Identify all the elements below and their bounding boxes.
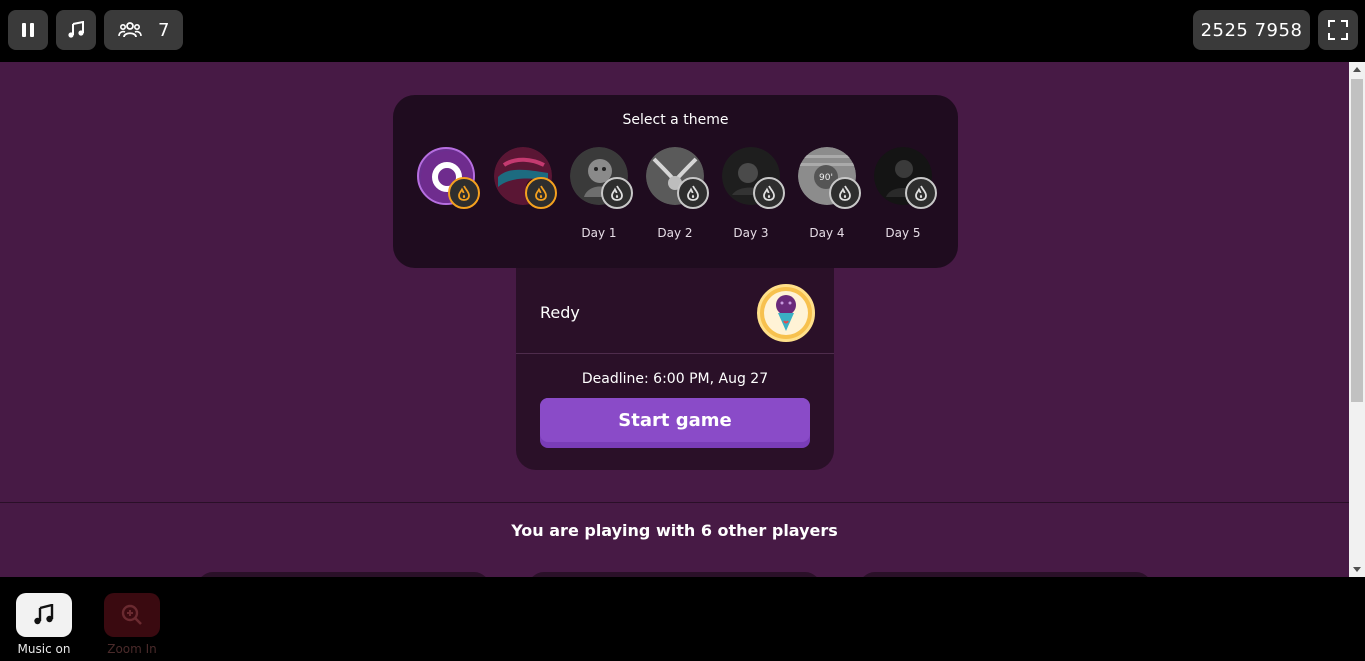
theme-label: Day 5 [885, 226, 921, 240]
player-name: Redy [540, 303, 580, 322]
theme-label: Day 1 [581, 226, 617, 240]
zoom-in-icon [121, 604, 142, 625]
other-players-heading: You are playing with 6 other players [511, 521, 838, 540]
music-toggle-label: Music on [17, 642, 71, 656]
start-game-label: Start game [540, 398, 810, 442]
theme-label: Day 3 [733, 226, 769, 240]
theme-badge [753, 177, 785, 209]
theme-selector-panel: Select a theme Day 1 Day 2 Day 3 90' Day… [393, 95, 958, 268]
bottom-bar: Music on Zoom In [0, 577, 1365, 661]
theme-panel-title: Select a theme [622, 112, 729, 128]
theme-label: Day 2 [657, 226, 693, 240]
theme-badge [525, 177, 557, 209]
flame-icon [611, 185, 623, 201]
deadline-text: Deadline: 6:00 PM, Aug 27 [581, 371, 769, 387]
fullscreen-button[interactable] [1318, 10, 1358, 50]
svg-text:90': 90' [819, 173, 833, 183]
game-code: 2525 7958 [1193, 10, 1310, 50]
flame-icon [458, 185, 470, 201]
scroll-up-arrow-icon[interactable] [1353, 67, 1361, 72]
flame-icon [763, 185, 775, 201]
flame-icon [535, 185, 547, 201]
flame-icon [839, 185, 851, 201]
users-icon [118, 22, 142, 38]
theme-badge [601, 177, 633, 209]
flame-icon [687, 185, 699, 201]
pause-icon [22, 23, 34, 37]
fullscreen-icon [1328, 20, 1348, 40]
top-bar: 7 2525 7958 [0, 0, 1365, 62]
main-area: Select a theme Day 1 Day 2 Day 3 90' Day… [0, 62, 1349, 577]
scrollbar-thumb[interactable] [1351, 79, 1363, 402]
player-card: Redy Deadline: 6:00 PM, Aug 27 Start gam… [516, 268, 834, 470]
start-game-button[interactable]: Start game [540, 398, 810, 448]
flame-icon [915, 185, 927, 201]
theme-badge [905, 177, 937, 209]
avatar[interactable] [757, 284, 815, 342]
section-divider [0, 502, 1349, 503]
microphone-avatar-icon [764, 291, 808, 335]
zoom-in-label: Zoom In [107, 642, 157, 656]
scroll-down-arrow-icon[interactable] [1353, 567, 1361, 572]
theme-badge [448, 177, 480, 209]
music-button[interactable] [56, 10, 96, 50]
pause-button[interactable] [8, 10, 48, 50]
theme-badge [829, 177, 861, 209]
player-row: Redy [516, 268, 834, 354]
theme-badge [677, 177, 709, 209]
players-button[interactable]: 7 [104, 10, 183, 50]
zoom-in-button[interactable] [104, 593, 160, 637]
music-note-icon [68, 21, 84, 38]
vertical-scrollbar[interactable] [1349, 62, 1365, 577]
music-toggle-button[interactable] [16, 593, 72, 637]
theme-label: Day 4 [809, 226, 845, 240]
music-note-icon [34, 604, 54, 625]
players-count: 7 [158, 19, 170, 41]
